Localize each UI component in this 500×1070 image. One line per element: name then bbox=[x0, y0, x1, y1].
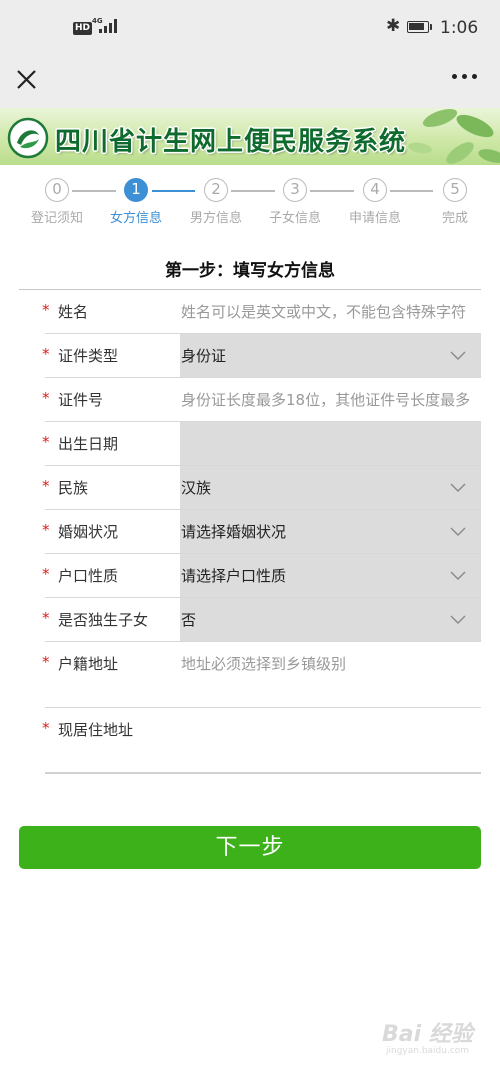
field-marital-label: 婚姻状况 bbox=[58, 523, 119, 541]
step-1-circle: 1 bbox=[124, 178, 148, 202]
step-connector bbox=[310, 190, 354, 192]
required-mark: * bbox=[42, 565, 50, 583]
required-mark: * bbox=[42, 301, 50, 319]
required-mark: * bbox=[42, 477, 50, 495]
battery-icon bbox=[407, 21, 429, 33]
field-id-type-row: * 证件类型 身份证 bbox=[42, 334, 481, 378]
banner: 四川省计生网上便民服务系统 bbox=[0, 108, 500, 165]
required-mark: * bbox=[42, 653, 50, 671]
step-0-label: 登记须知 bbox=[30, 211, 83, 226]
only-child-select[interactable] bbox=[180, 598, 481, 641]
chevron-down-icon bbox=[450, 351, 466, 360]
baidu-jingyan-watermark: Bai 经验 jingyan.baidu.com bbox=[382, 1014, 492, 1060]
field-only-child-row: * 是否独生子女 否 bbox=[42, 598, 481, 642]
required-mark: * bbox=[42, 433, 50, 451]
field-current-address-label: 现居住地址 bbox=[58, 721, 134, 739]
required-mark: * bbox=[42, 609, 50, 627]
required-mark: * bbox=[42, 719, 50, 737]
id-type-value: 身份证 bbox=[181, 347, 227, 365]
chevron-down-icon bbox=[450, 483, 466, 492]
watermark-url: jingyan.baidu.com bbox=[386, 1046, 470, 1056]
field-marital-row: * 婚姻状况 请选择婚姻状况 bbox=[42, 510, 481, 554]
marital-status-value: 请选择婚姻状况 bbox=[181, 523, 287, 541]
signal-icon bbox=[99, 19, 117, 33]
chevron-down-icon bbox=[450, 615, 466, 624]
close-icon[interactable] bbox=[13, 66, 41, 94]
required-mark: * bbox=[42, 389, 50, 407]
nav-bar bbox=[0, 58, 500, 108]
page-title: 第一步：填写女方信息 bbox=[165, 261, 335, 281]
field-id-number-label: 证件号 bbox=[58, 391, 104, 409]
step-0-circle: 0 bbox=[45, 178, 69, 202]
field-birthdate-row: * 出生日期 bbox=[42, 422, 481, 466]
field-id-number-row: * 证件号 身份证长度最多18位，其他证件号长度最多 bbox=[42, 378, 481, 422]
step-4-circle: 4 bbox=[363, 178, 387, 202]
field-registered-address-label: 户籍地址 bbox=[58, 655, 119, 673]
watermark-text: Bai 经验 bbox=[382, 1022, 473, 1047]
field-name-row: * 姓名 姓名可以是英文或中文，不能包含特殊字符 bbox=[42, 290, 481, 334]
logo-icon bbox=[7, 117, 49, 159]
more-icon[interactable] bbox=[452, 74, 482, 84]
birthdate-picker[interactable] bbox=[180, 422, 481, 465]
name-input[interactable]: 姓名可以是英文或中文，不能包含特殊字符 bbox=[181, 301, 481, 322]
field-registered-address-row: * 户籍地址 地址必须选择到乡镇级别 bbox=[42, 642, 481, 708]
field-hukou-type-label: 户口性质 bbox=[58, 567, 119, 585]
required-mark: * bbox=[42, 345, 50, 363]
step-1-label: 女方信息 bbox=[109, 211, 162, 226]
step-3-label: 子女信息 bbox=[268, 211, 321, 226]
id-number-input[interactable]: 身份证长度最多18位，其他证件号长度最多 bbox=[181, 389, 481, 410]
step-2-circle: 2 bbox=[204, 178, 228, 202]
progress-stepper: 0 1 2 3 4 5 登记须知 女方信息 男方信息 子女信息 申请信息 完成 bbox=[0, 165, 500, 240]
registered-address-input[interactable]: 地址必须选择到乡镇级别 bbox=[181, 653, 481, 674]
field-current-address-row: * 现居住地址 bbox=[42, 708, 481, 774]
ethnicity-select[interactable] bbox=[180, 466, 481, 509]
step-3-circle: 3 bbox=[283, 178, 307, 202]
field-birthdate-label: 出生日期 bbox=[58, 435, 119, 453]
step-connector bbox=[390, 190, 433, 192]
chevron-down-icon bbox=[450, 571, 466, 580]
hd-indicator: HD bbox=[73, 22, 93, 35]
field-name-label: 姓名 bbox=[58, 303, 89, 321]
status-bar: HD 4G ✱ 1:06 bbox=[0, 0, 500, 58]
ethnicity-value: 汉族 bbox=[181, 479, 212, 497]
step-connector bbox=[231, 190, 275, 192]
step-connector bbox=[72, 190, 116, 192]
next-step-button[interactable]: 下一步 bbox=[19, 826, 481, 869]
bluetooth-icon: ✱ bbox=[386, 16, 401, 36]
system-title: 四川省计生网上便民服务系统 bbox=[55, 127, 407, 157]
current-address-input[interactable] bbox=[181, 719, 481, 759]
required-mark: * bbox=[42, 521, 50, 539]
hukou-type-value: 请选择户口性质 bbox=[181, 567, 287, 585]
field-ethnicity-label: 民族 bbox=[58, 479, 89, 497]
step-connector bbox=[152, 190, 195, 192]
step-5-label: 完成 bbox=[441, 211, 468, 226]
field-only-child-label: 是否独生子女 bbox=[58, 611, 149, 629]
field-id-type-label: 证件类型 bbox=[58, 347, 119, 365]
field-ethnicity-row: * 民族 汉族 bbox=[42, 466, 481, 510]
battery-tip bbox=[430, 24, 432, 30]
clock: 1:06 bbox=[440, 18, 479, 38]
step-5-circle: 5 bbox=[443, 178, 467, 202]
chevron-down-icon bbox=[450, 527, 466, 536]
step-4-label: 申请信息 bbox=[348, 211, 401, 226]
only-child-value: 否 bbox=[181, 611, 197, 629]
step-2-label: 男方信息 bbox=[189, 211, 242, 226]
field-hukou-type-row: * 户口性质 请选择户口性质 bbox=[42, 554, 481, 598]
